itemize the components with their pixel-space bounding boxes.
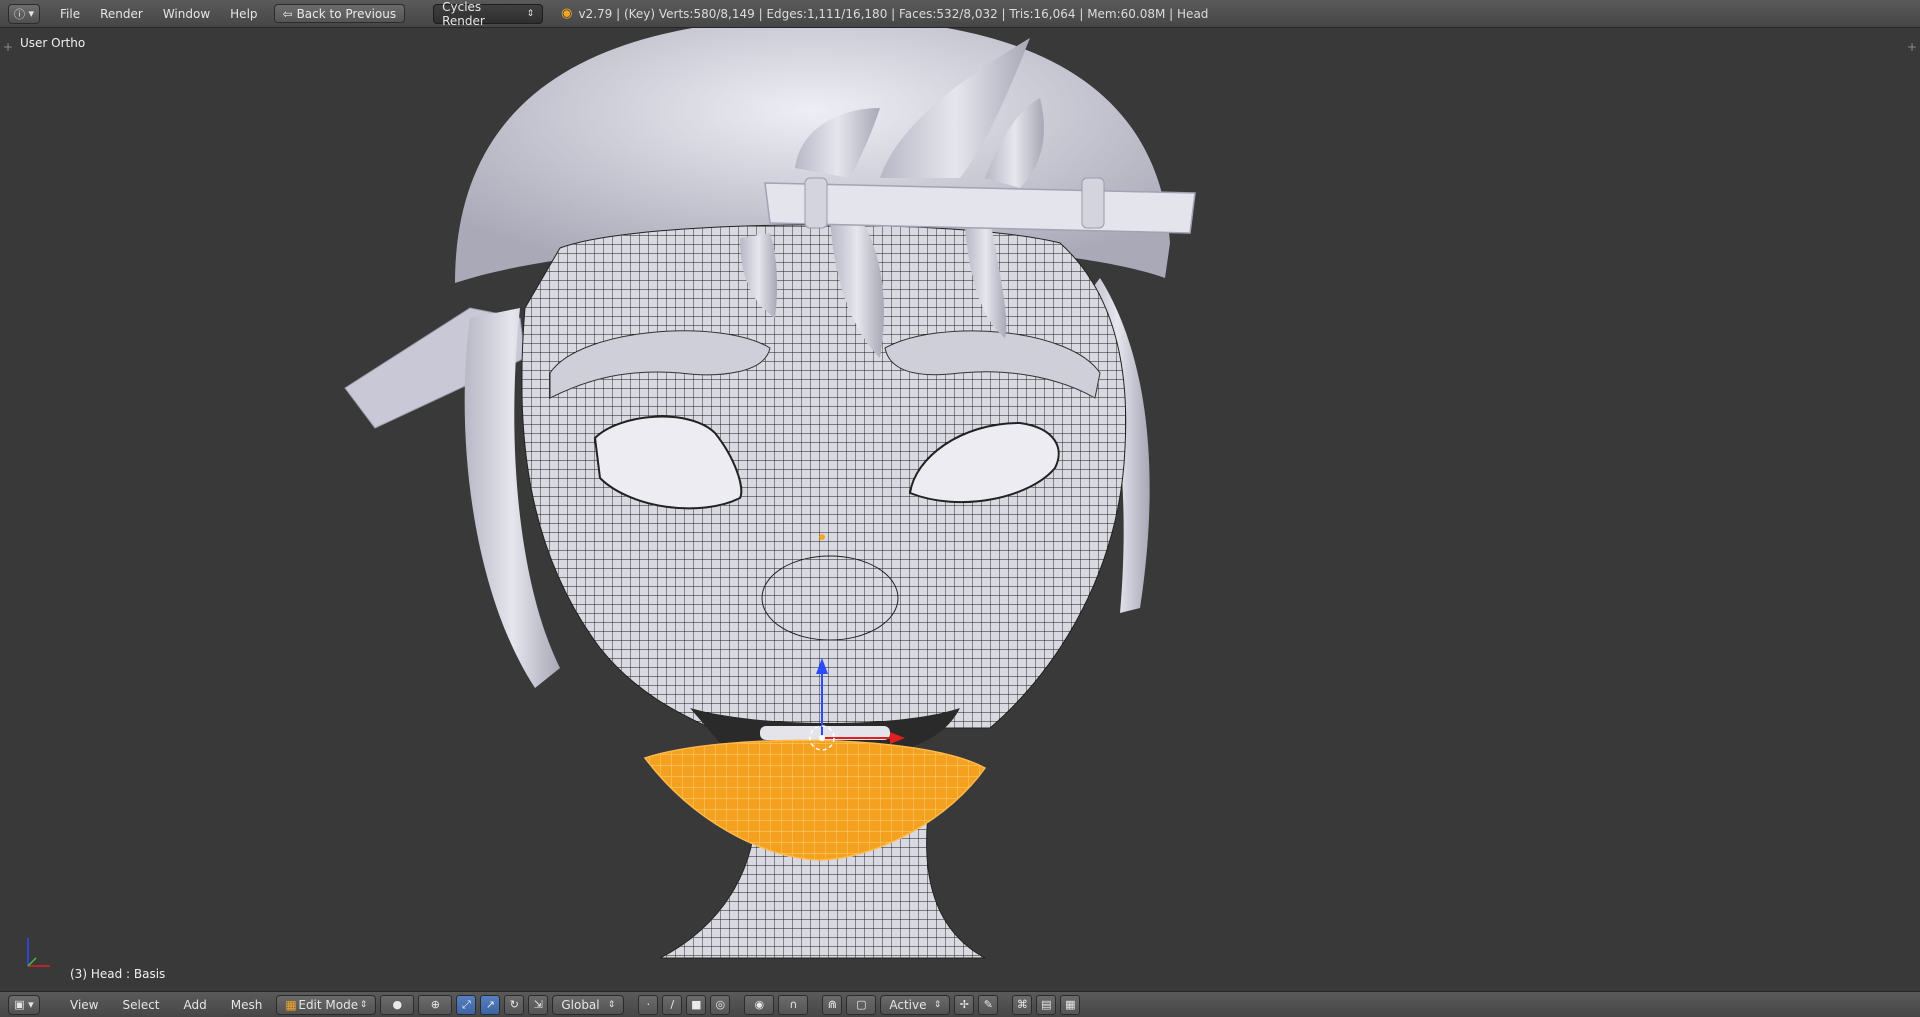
chevron-updown-icon: ⇕ [359, 999, 368, 1010]
snap-element-icon: ▢ [856, 998, 867, 1011]
opengl-anim-button[interactable]: ▤ [1036, 994, 1057, 1015]
editor-type-button[interactable]: ▣ ▾ [8, 994, 40, 1015]
solid-sphere-icon: ● [392, 998, 403, 1011]
limit-selection-icon: ◎ [715, 998, 726, 1011]
pivot-icon: ⊕ [430, 998, 440, 1011]
back-to-previous-button[interactable]: ⇦ Back to Previous [273, 4, 406, 23]
face-select-button[interactable]: ■ [686, 994, 707, 1015]
snap-project-button[interactable]: ✎ [978, 994, 999, 1015]
mode-label: Edit Mode [298, 997, 359, 1012]
render-engine-label: Cycles Render [442, 0, 485, 28]
viewport-shading-button[interactable]: ● [380, 994, 415, 1015]
menu-file[interactable]: File [50, 7, 90, 21]
manipulator-icon: ⤢ [461, 997, 471, 1011]
menu-render[interactable]: Render [90, 7, 153, 21]
pivot-point-button[interactable]: ⊕ [418, 994, 453, 1015]
falloff-icon: ∩ [789, 998, 798, 1011]
magnet-icon: ⋒ [827, 998, 837, 1011]
cube-icon: ▣ [14, 998, 25, 1011]
menu-add[interactable]: Add [174, 998, 217, 1012]
snap-target-label: Active [889, 997, 927, 1012]
axis-indicator [27, 938, 50, 967]
snap-element-button[interactable]: ▢ [846, 994, 877, 1015]
3d-viewport[interactable]: User Ortho + + (3) Head: Basis [0, 28, 1920, 991]
editor-type-button[interactable]: ⓘ ▾ [8, 3, 40, 24]
headband-clip [804, 177, 828, 229]
vertex-icon: · [646, 998, 651, 1011]
snap-toggle[interactable]: ⋒ [822, 994, 843, 1015]
proportional-icon: ◉ [754, 998, 765, 1011]
transform-orientation-select[interactable]: Global ⇕ [552, 994, 625, 1015]
menu-mesh[interactable]: Mesh [221, 998, 273, 1012]
chevron-updown-icon: ⇕ [526, 8, 535, 19]
orientation-label: Global [561, 997, 600, 1012]
origin-point [819, 534, 825, 540]
active-object-label: (3) Head : Basis [70, 967, 166, 981]
chevron-updown-icon: ⇕ [607, 999, 616, 1010]
edge-icon: / [670, 998, 675, 1011]
menu-window[interactable]: Window [153, 7, 220, 21]
headband-clip [1081, 177, 1105, 229]
camera-icon: ⌘ [1016, 998, 1028, 1011]
scene-stats: v2.79 | (Key) Verts:580/8,149 | Edges:1,… [578, 6, 1209, 21]
image-icon: ▦ [1065, 998, 1076, 1011]
info-icon: ⓘ [13, 7, 25, 21]
menu-select[interactable]: Select [112, 998, 169, 1012]
project-icon: ✎ [983, 998, 993, 1011]
rotate-manipulator[interactable]: ↻ [504, 994, 525, 1015]
arrow-icon: ↗ [485, 998, 495, 1011]
selected-chin-mesh [643, 739, 987, 861]
render-image-button[interactable]: ▦ [1060, 994, 1081, 1015]
snap-align-button[interactable]: ✢ [954, 994, 975, 1015]
proportional-edit-button[interactable]: ◉ [744, 994, 775, 1015]
chevron-updown-icon: ⇕ [933, 999, 942, 1010]
translate-manipulator[interactable]: ↗ [480, 994, 501, 1015]
opengl-render-button[interactable]: ⌘ [1012, 994, 1033, 1015]
rotate-icon: ↻ [509, 998, 519, 1011]
back-icon: ⇦ [282, 6, 293, 21]
menu-view[interactable]: View [60, 998, 108, 1012]
mesh-render[interactable] [0, 28, 1920, 991]
face-icon: ■ [691, 998, 702, 1011]
vertex-select-button[interactable]: · [638, 994, 659, 1015]
back-to-previous-label: Back to Previous [296, 6, 397, 21]
menu-help[interactable]: Help [220, 7, 267, 21]
blender-logo-icon: ◉ [561, 6, 573, 21]
edit-mode-icon: ▦ [285, 997, 297, 1012]
mode-select[interactable]: ▦ Edit Mode ⇕ [276, 994, 377, 1015]
render-engine-select[interactable]: Cycles Render ⇕ [433, 0, 544, 28]
falloff-button[interactable]: ∩ [778, 994, 809, 1015]
nose [761, 555, 899, 641]
snap-target-select[interactable]: Active ⇕ [880, 994, 951, 1015]
3d-view-header: ▣ ▾ View Select Add Mesh ▦ Edit Mode ⇕ ●… [0, 991, 1920, 1017]
manipulator-toggle[interactable]: ⤢ [456, 994, 477, 1015]
limit-selection-button[interactable]: ◎ [710, 994, 731, 1015]
edge-select-button[interactable]: / [662, 994, 683, 1015]
scale-icon: ⇲ [533, 998, 543, 1011]
info-header: ⓘ ▾ File Render Window Help ⇦ Back to Pr… [0, 0, 1920, 28]
align-icon: ✢ [959, 998, 969, 1011]
film-icon: ▤ [1041, 998, 1052, 1011]
scale-manipulator[interactable]: ⇲ [528, 994, 549, 1015]
